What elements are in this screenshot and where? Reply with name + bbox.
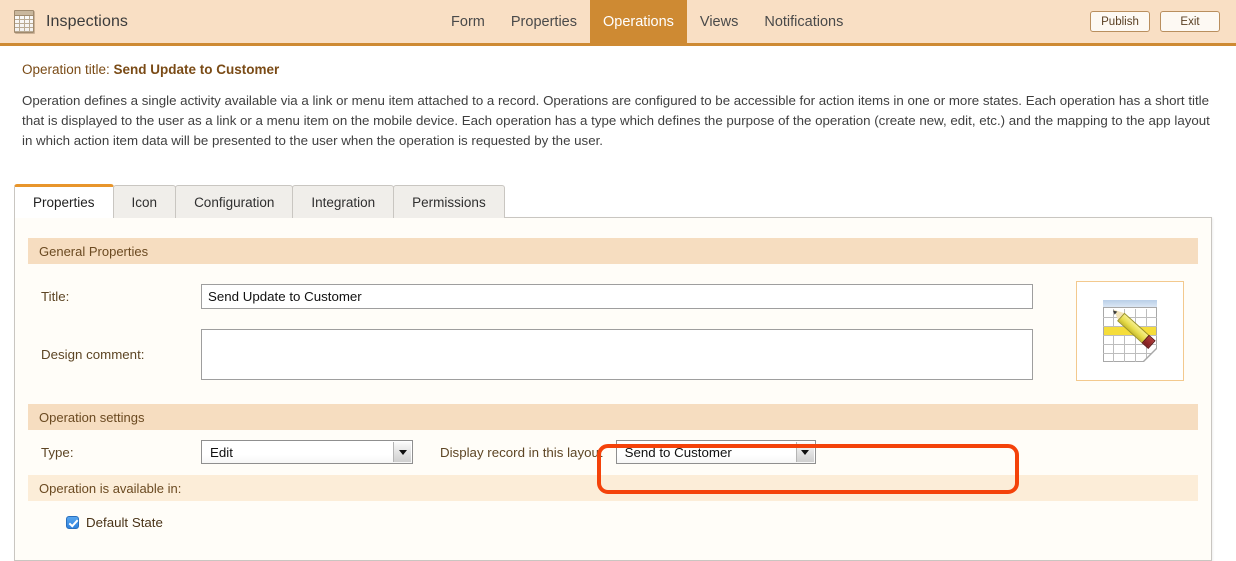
primary-nav: Form Properties Operations Views Notific…	[438, 0, 856, 43]
nav-item-notifications[interactable]: Notifications	[751, 0, 856, 43]
title-input[interactable]	[201, 284, 1033, 309]
default-state-checkbox[interactable]	[66, 516, 79, 529]
spreadsheet-pencil-icon	[1103, 300, 1157, 362]
top-app-bar: Inspections Form Properties Operations V…	[0, 0, 1236, 46]
publish-button[interactable]: Publish	[1090, 11, 1150, 32]
tab-properties[interactable]: Properties	[14, 184, 114, 218]
layout-select-value: Send to Customer	[625, 445, 732, 460]
layout-label: Display record in this layout	[440, 445, 603, 460]
notepad-grid-icon	[14, 10, 34, 33]
tab-integration[interactable]: Integration	[292, 185, 394, 218]
section-header-operation-settings: Operation settings	[28, 404, 1198, 430]
brand: Inspections	[0, 0, 128, 43]
type-select-value: Edit	[210, 445, 233, 460]
type-select[interactable]: Edit	[201, 440, 413, 464]
type-label: Type:	[41, 445, 201, 460]
tab-configuration[interactable]: Configuration	[175, 185, 293, 218]
field-row-design-comment: Design comment:	[15, 329, 1211, 380]
exit-button[interactable]: Exit	[1160, 11, 1220, 32]
design-comment-textarea[interactable]	[201, 329, 1033, 380]
topbar-actions: Publish Exit	[1090, 11, 1220, 32]
section-header-general-properties: General Properties	[28, 238, 1198, 264]
section-header-operation-available-in: Operation is available in:	[28, 475, 1198, 501]
nav-item-operations[interactable]: Operations	[590, 0, 687, 43]
page-title: Operation title: Send Update to Customer	[22, 62, 1236, 77]
layout-select[interactable]: Send to Customer	[616, 440, 816, 464]
chevron-down-icon	[393, 442, 411, 462]
page-description: Operation defines a single activity avai…	[22, 91, 1214, 151]
title-label: Title:	[41, 289, 201, 304]
properties-panel: General Properties Title: Design comment…	[14, 217, 1212, 561]
operation-icon-preview[interactable]	[1076, 281, 1184, 381]
app-title: Inspections	[46, 13, 128, 31]
nav-item-views[interactable]: Views	[687, 0, 751, 43]
design-comment-label: Design comment:	[41, 347, 201, 362]
page-title-prefix: Operation title:	[22, 62, 114, 77]
tab-icon[interactable]: Icon	[113, 185, 177, 218]
field-row-type: Type: Edit Display record in this layout…	[15, 440, 1211, 464]
default-state-label: Default State	[86, 515, 163, 530]
nav-item-form[interactable]: Form	[438, 0, 498, 43]
page-title-value: Send Update to Customer	[114, 62, 280, 77]
tab-permissions[interactable]: Permissions	[393, 185, 505, 218]
section-tabs: Properties Icon Configuration Integratio…	[14, 184, 504, 218]
field-row-title: Title:	[15, 284, 1211, 309]
state-checkbox-row[interactable]: Default State	[15, 515, 1211, 530]
chevron-down-icon	[796, 442, 814, 462]
layout-field-group: Display record in this layout Send to Cu…	[440, 440, 816, 464]
nav-item-properties[interactable]: Properties	[498, 0, 590, 43]
